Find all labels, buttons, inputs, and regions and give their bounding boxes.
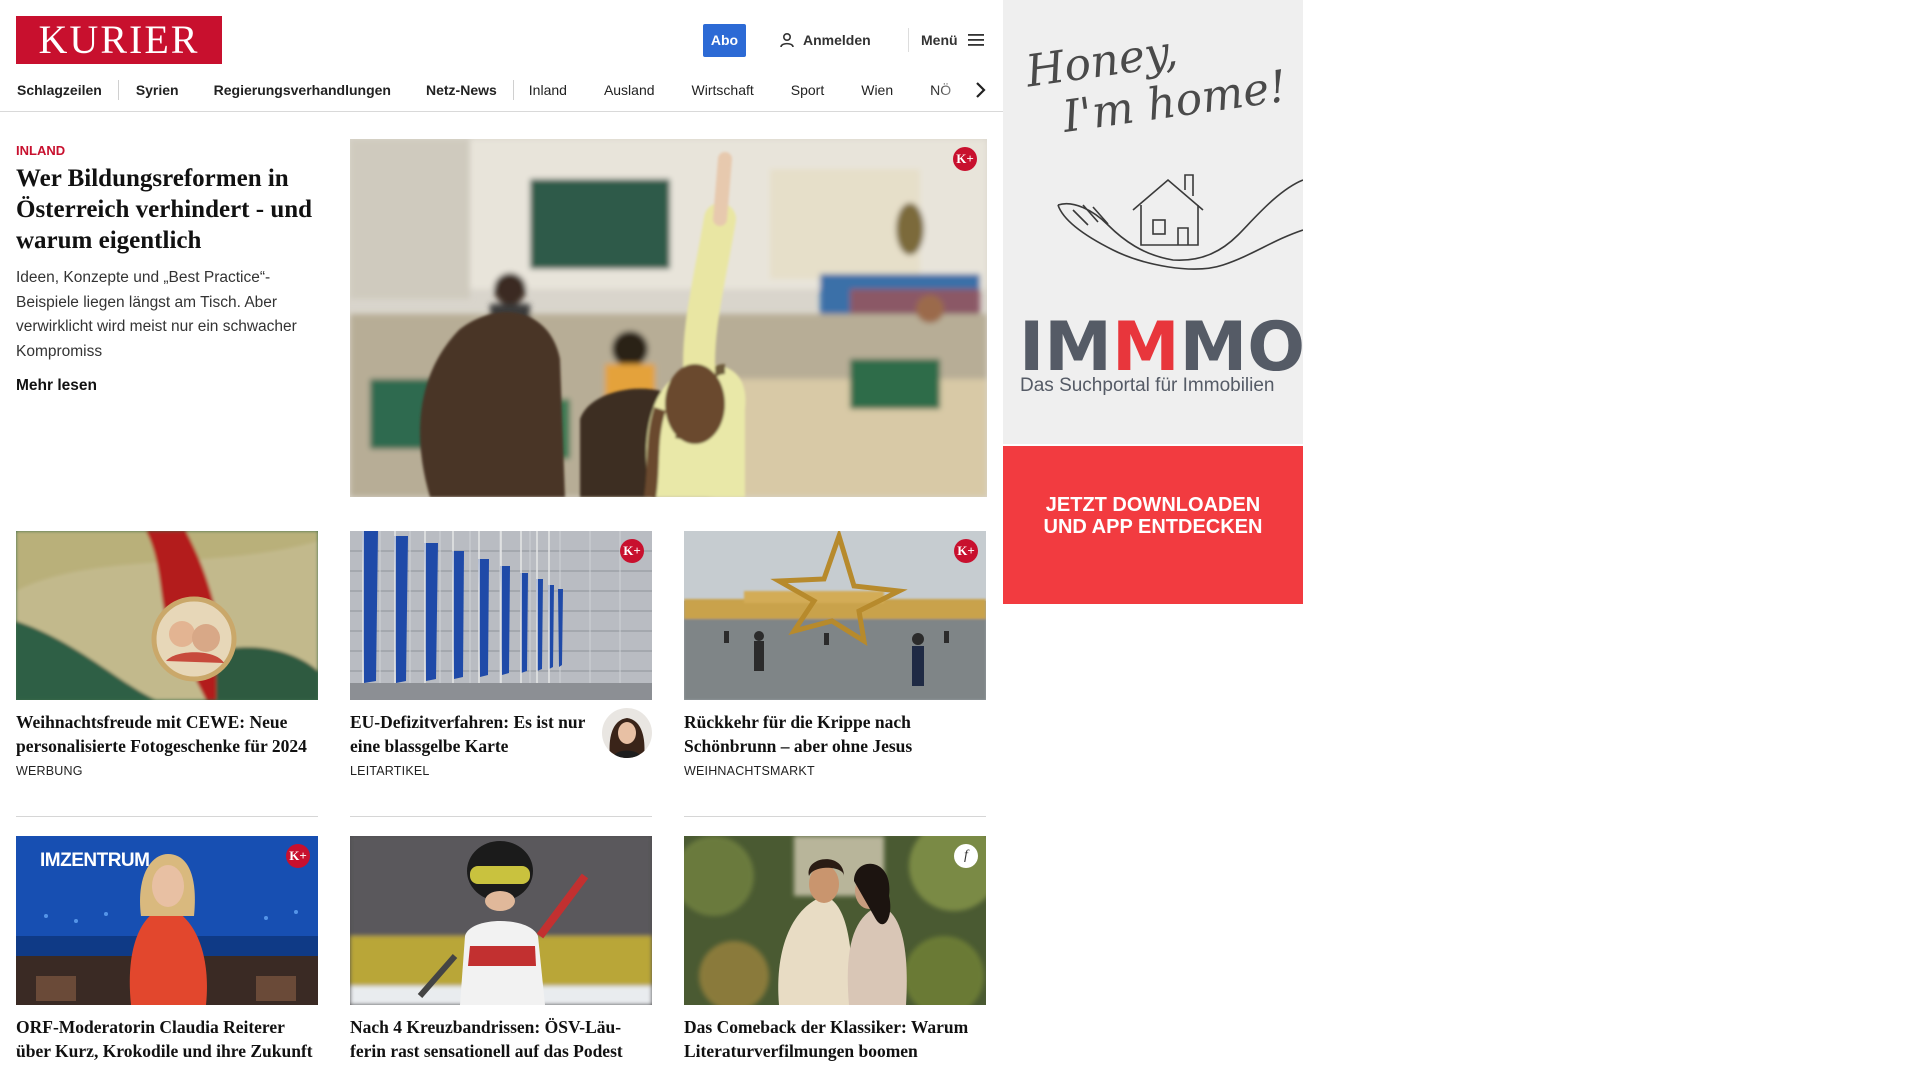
user-icon (780, 32, 794, 48)
hero-kicker[interactable]: INLAND (16, 143, 65, 158)
card-divider (16, 816, 318, 817)
card-title[interactable]: Nach 4 Kreuzbandrissen: ÖSV-Läu-ferin ra… (350, 1015, 652, 1063)
nav-item-syrien[interactable]: Syrien (136, 82, 179, 98)
premium-badge-icon: K+ (286, 844, 310, 868)
ad-script-text: Honey, I'm home! (1022, 25, 1290, 143)
nav-fade (933, 75, 1003, 105)
ad-subtitle: Das Suchportal für Immobilien (1020, 375, 1275, 396)
author-avatar (602, 708, 652, 758)
article-card[interactable]: K+ EU-Defizitverfahren: Es ist nur eine … (350, 531, 652, 778)
read-more-link[interactable]: Mehr lesen (16, 377, 97, 395)
nav-item-sport[interactable]: Sport (791, 82, 824, 98)
nav-item-wien[interactable]: Wien (861, 82, 893, 98)
nav-item-wirtschaft[interactable]: Wirtschaft (692, 82, 754, 98)
card-title[interactable]: Weihnachtsfreude mit CEWE: Neue personal… (16, 710, 318, 758)
card-title[interactable]: Das Comeback der Klassiker: Warum Litera… (684, 1015, 986, 1063)
article-card[interactable]: Weihnachtsfreude mit CEWE: Neue personal… (16, 531, 318, 778)
article-card[interactable]: f Das Comeback der Klassiker: Warum Lite… (684, 836, 986, 1063)
card-label: WEIHNACHTSMARKT (684, 764, 815, 778)
premium-badge-icon: K+ (620, 539, 644, 563)
card-image-eu-flags: K+ (350, 531, 652, 700)
nav-item-inland[interactable]: Inland (529, 82, 567, 98)
menu-button[interactable]: Menü (908, 28, 984, 52)
ad-visual: Honey, I'm home! IMMMO Das Suchportal fü… (1003, 0, 1303, 444)
card-image-ski-racer (350, 836, 652, 1005)
card-divider (684, 816, 986, 817)
card-title[interactable]: ORF-Moderatorin Claudia Reiterer über Ku… (16, 1015, 318, 1063)
nav-divider (117, 80, 119, 100)
card-image-photo-ornament (16, 531, 318, 700)
article-card[interactable]: Nach 4 Kreuzbandrissen: ÖSV-Läu-ferin ra… (350, 836, 652, 1063)
abo-button[interactable]: Abo (703, 24, 746, 57)
nav-divider (512, 80, 514, 100)
house-in-hand-illustration (1057, 174, 1303, 270)
hero-teaser: Ideen, Konzepte und „Best Practice“-Beis… (16, 269, 297, 360)
login-button[interactable]: Anmelden (779, 28, 871, 52)
chevron-right-icon[interactable] (970, 80, 990, 100)
ad-cta-line2: UND APP ENTDECKEN (1043, 516, 1263, 538)
classroom-photo (350, 139, 987, 497)
premium-badge-icon: K+ (954, 539, 978, 563)
nav-item-regierungsverhandlungen[interactable]: Regierungsverhandlungen (214, 82, 391, 98)
premium-badge-icon: K+ (953, 147, 977, 171)
freizeit-badge-icon: f (954, 844, 978, 868)
hero-title[interactable]: Wer Bildungsreformen in Österreich verhi… (16, 163, 326, 256)
card-divider (350, 816, 652, 817)
card-label: WERBUNG (16, 764, 83, 778)
card-image-film-couple: f (684, 836, 986, 1005)
nav-item-ausland[interactable]: Ausland (604, 82, 655, 98)
ad-cta-line1: JETZT DOWNLOADEN (1045, 494, 1261, 516)
card-image-schoenbrunn-star: K+ (684, 531, 986, 700)
kurier-logo[interactable]: KURIER (16, 16, 222, 64)
nav-item-schlagzeilen[interactable]: Schlagzeilen (17, 82, 102, 98)
tv-show-logo: IMZENTRUM (40, 850, 150, 871)
card-label: LEITARTIKEL (350, 764, 430, 778)
article-card[interactable]: K+ Rückkehr für die Krippe nach Schönbru… (684, 531, 986, 778)
site-header: KURIER Abo Anmelden Menü Schlagzeilen Sy… (0, 0, 1003, 112)
hamburger-icon (967, 34, 984, 46)
login-label: Anmelden (803, 32, 871, 48)
article-card[interactable]: IMZENTRUM K+ ORF-Moderatorin Claudia Rei… (16, 836, 318, 1063)
menu-label: Menü (921, 32, 958, 48)
card-title[interactable]: Rückkehr für die Krippe nach Schönbrunn … (684, 710, 986, 758)
nav-item-netz-news[interactable]: Netz-News (426, 82, 497, 98)
card-image-tv-studio: IMZENTRUM K+ (16, 836, 318, 1005)
section-nav: Schlagzeilen Syrien Regierungsverhandlun… (0, 75, 1003, 105)
hero-image-classroom[interactable]: K+ (350, 139, 987, 497)
card-title[interactable]: EU-Defizitverfahren: Es ist nur eine bla… (350, 710, 590, 758)
kurier-page: KURIER Abo Anmelden Menü Schlagzeilen Sy… (0, 0, 1003, 1080)
immmo-advertisement[interactable]: Honey, I'm home! IMMMO Das Suchportal fü… (1003, 0, 1303, 604)
ad-cta-button[interactable]: JETZT DOWNLOADEN UND APP ENTDECKEN (1003, 446, 1303, 604)
